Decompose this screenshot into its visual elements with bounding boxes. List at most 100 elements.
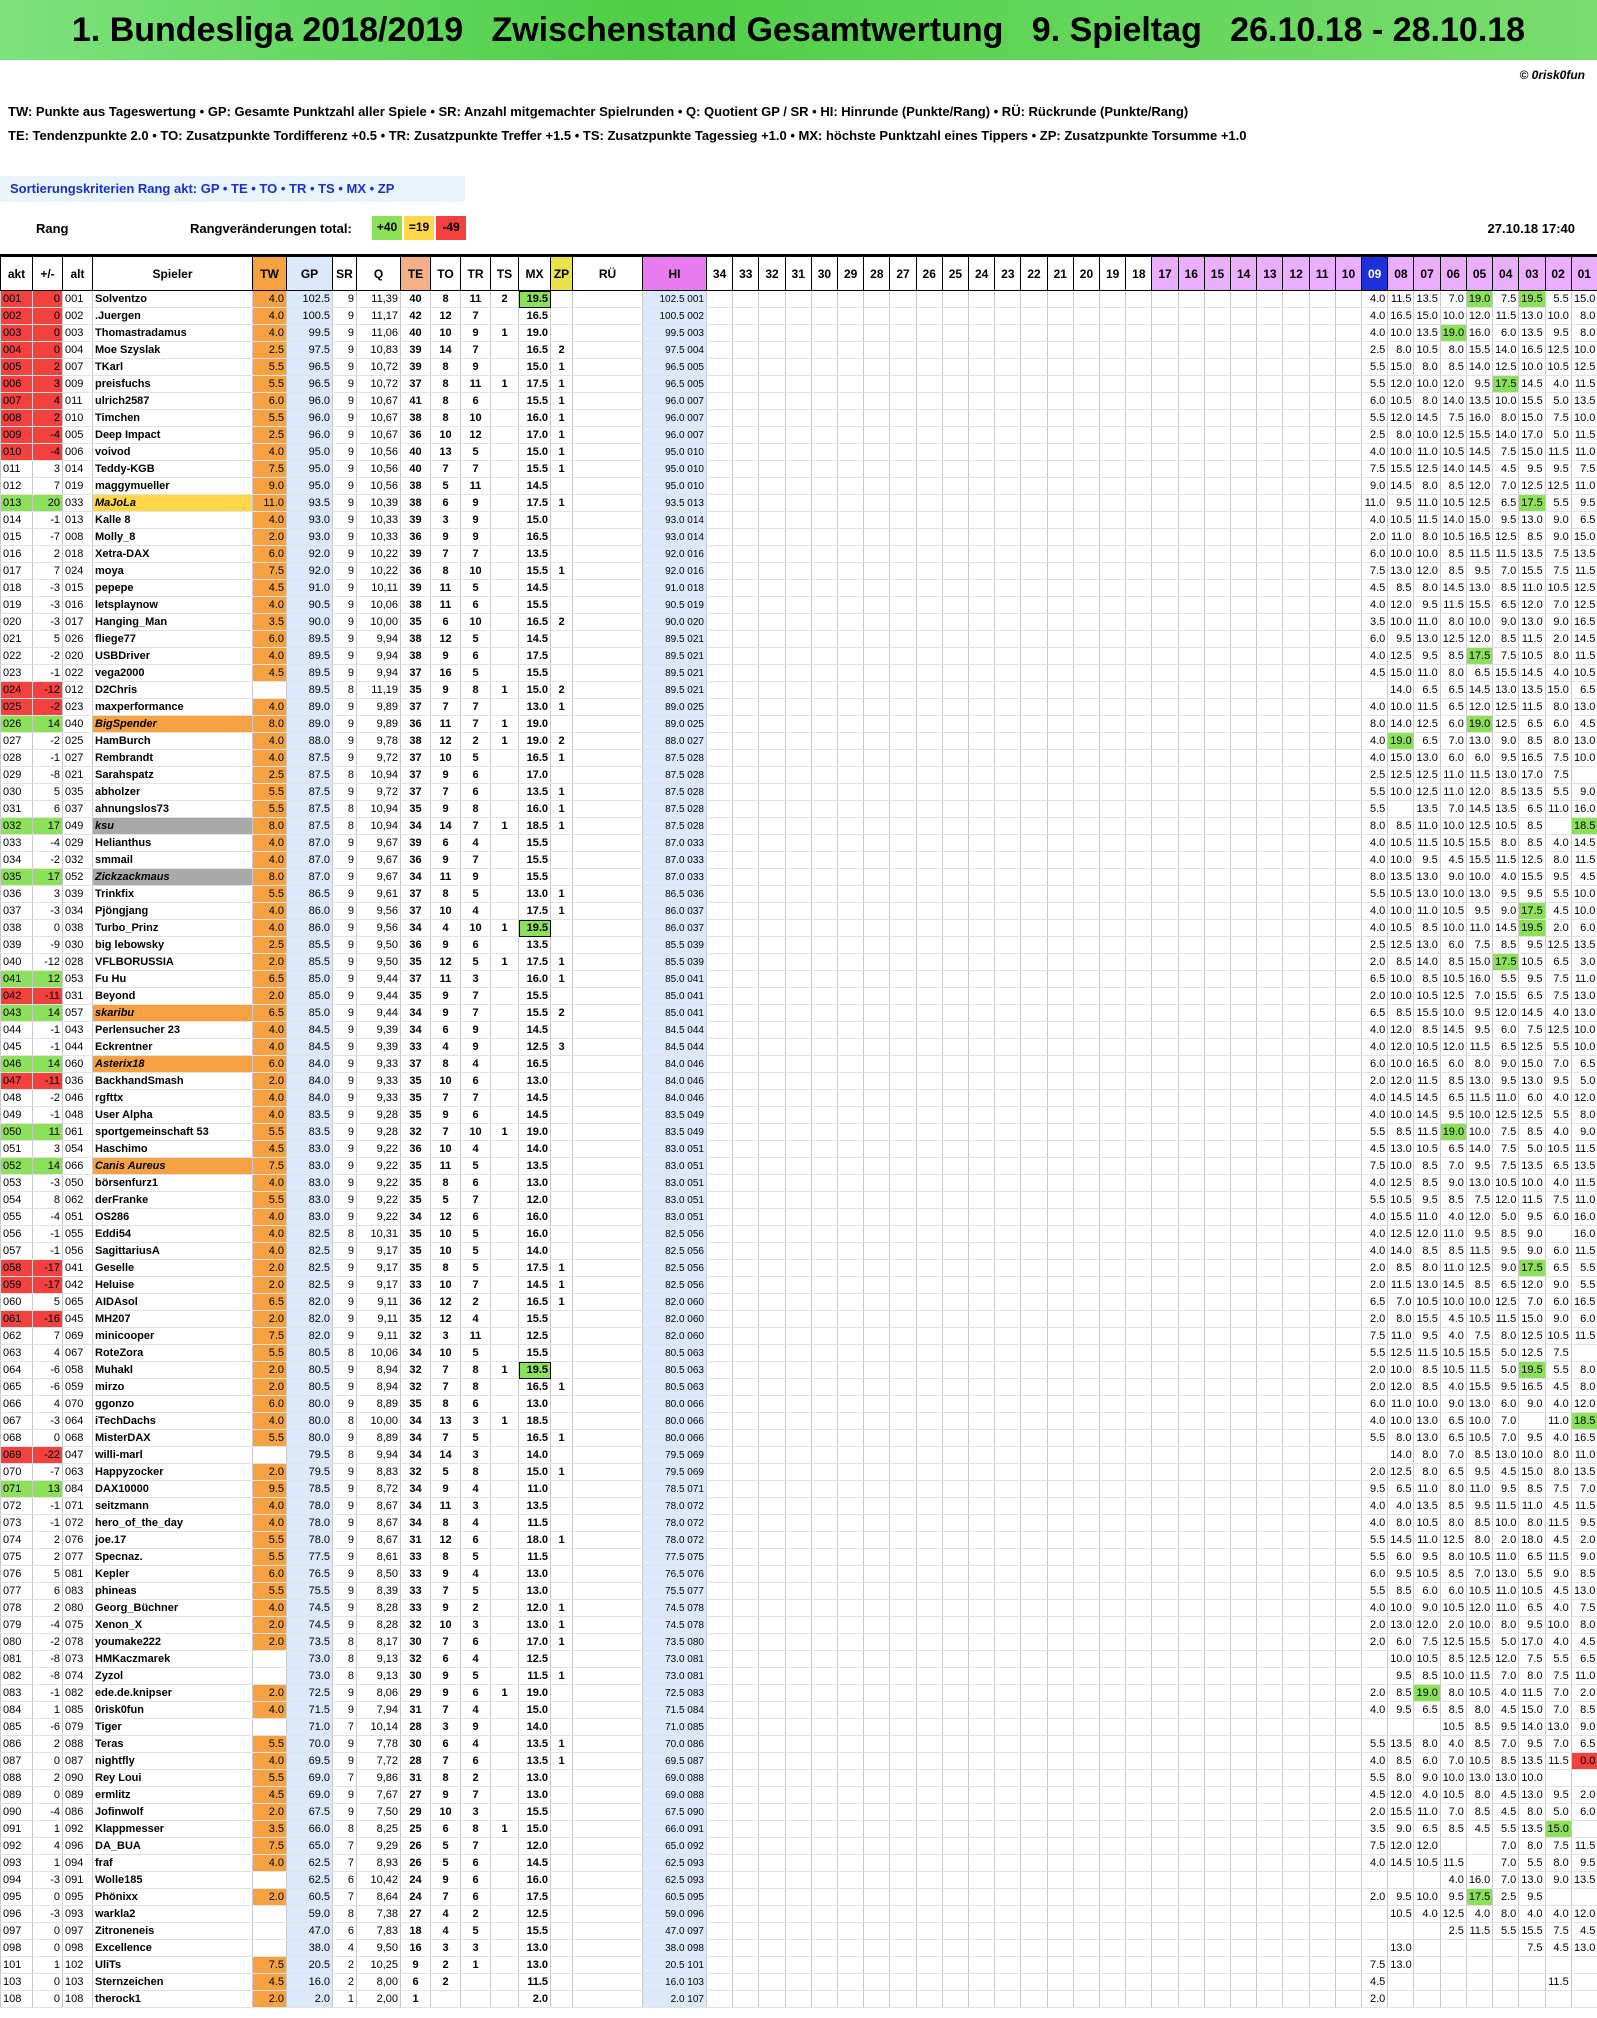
cell-spieltag [837,477,864,495]
cell-spieltag [1308,1565,1336,1583]
cell-hi: 93.0 014 [642,511,707,529]
cell-akt: 074 [0,1531,33,1549]
cell-alt: 021 [62,766,93,784]
cell-spieltag [1203,698,1231,716]
cell-spieltag: 11.5 [1465,766,1493,784]
cell-spieltag [1308,851,1336,869]
cell-spieltag [941,1140,969,1158]
cell-spieltag: 9.5 [1492,885,1519,903]
cell-sr: 9 [332,426,357,444]
cell-zp: 2 [550,732,573,750]
cell-spieltag [1334,1446,1362,1464]
cell-spieltag [1256,358,1283,376]
cell-spieltag [1177,562,1205,580]
cell-spieltag [705,902,733,920]
cell-spieltag: 8.5 [1465,1803,1493,1821]
cell-spieltag [1177,1021,1205,1039]
cell-te: 34 [400,1344,431,1362]
cell-ru [572,1616,643,1634]
cell-hi: 89.5 021 [642,630,707,648]
cell-spieltag: 13.5 [1492,800,1519,818]
cell-spieltag: 6.5 [1570,511,1597,529]
cell-to: 4 [430,1038,461,1056]
cell-spieltag [1046,1905,1074,1923]
cell-spieltag: 9.0 [1492,613,1519,631]
cell-pm: 0 [32,1922,63,1940]
cell-q: 10,56 [356,443,401,461]
cell-q: 7,83 [356,1922,401,1940]
cell-spieltag [994,1905,1021,1923]
cell-tr: 8 [460,681,491,699]
cell-spieltag [1177,1803,1205,1821]
cell-spieltag [810,1191,838,1209]
cell-spieltag [837,715,864,733]
cell-spieltag: 7.5 [1570,460,1597,478]
cell-spieltag [1256,1191,1283,1209]
cell-spieltag [994,1310,1021,1328]
cell-spieltag [1151,1157,1179,1175]
cell-pm: -3 [32,1174,63,1192]
cell-spieltag [1282,1786,1310,1804]
cell-alt: 039 [62,885,93,903]
cell-spieltag: 9.5 [1387,1888,1414,1906]
cell-tw: 2.0 [252,1259,287,1277]
cell-spieltag [1282,1021,1310,1039]
cell-spieltag [810,1157,838,1175]
cell-tr: 6 [460,1871,491,1889]
cell-spieltag [837,1531,864,1549]
cell-tw: 4.0 [252,749,287,767]
cell-hi: 62.5 093 [642,1871,707,1889]
cell-spieltag: 7.0 [1439,290,1467,308]
cell-mx: 15.5 [518,562,551,580]
cell-spieltag: 14.5 [1570,834,1597,852]
cell-spieltag: 6.5 [1413,1701,1441,1719]
cell-spieltag: 9.0 [1544,511,1572,529]
cell-spieltag [1072,1565,1100,1583]
cell-spieltag [863,800,890,818]
cell-tr: 5 [460,1429,491,1447]
cell-alt: 096 [62,1837,93,1855]
cell-spieltag: 19.0 [1465,290,1493,308]
cell-spieltag [1334,749,1362,767]
cell-spieltag [1177,698,1205,716]
cell-spieltag: 10.0 [1413,545,1441,563]
cell-ts [490,460,519,478]
table-row: 013 20 033 MaJoLa 11.0 93.5 9 10,39 38 6 9 17.5 1 93.… [0,494,1597,512]
cell-spieltag [994,392,1021,410]
cell-tr: 7 [460,1004,491,1022]
cell-akt: 066 [0,1395,33,1413]
cell-spieltag [705,1038,733,1056]
cell-gp: 89.0 [286,715,333,733]
cell-sr: 8 [332,1225,357,1243]
cell-spieltag: 10.5 [1544,579,1572,597]
cell-spieltag [758,1242,786,1260]
cell-spieltag [837,579,864,597]
cell-spieltag [1334,545,1362,563]
cell-spieltag [1308,1157,1336,1175]
cell-spieltag: 11.5 [1544,1514,1572,1532]
table-row: 049 -1 048 User Alpha 4.0 83.5 9 9,28 35 9 6 14.5 83… [0,1106,1597,1124]
cell-spieltag [1256,1684,1283,1702]
cell-gp: 102.5 [286,290,333,308]
cell-name: User Alpha [92,1106,253,1124]
cell-spieltag [1151,290,1179,308]
cell-spieltag [1125,1548,1152,1566]
cell-spieltag [758,494,786,512]
cell-ru [572,1786,643,1804]
cell-spieltag [732,1752,759,1770]
cell-spieltag: 10.5 [1439,1718,1467,1736]
cell-spieltag [1099,1072,1126,1090]
cell-hi: 62.5 093 [642,1854,707,1872]
cell-spieltag [1203,341,1231,359]
cell-spieltag [732,1191,759,1209]
cell-spieltag [1256,1871,1283,1889]
cell-spieltag: 5.0 [1570,1072,1597,1090]
cell-spieltag [1308,1837,1336,1855]
cell-spieltag: 7.0 [1570,1480,1597,1498]
cell-spieltag [758,936,786,954]
table-row: 031 6 037 ahnungslos73 5.5 87.5 8 10,94 35 9 8 16.0… [0,800,1597,818]
cell-spieltag: 4.0 [1544,375,1572,393]
cell-spieltag [1334,1429,1362,1447]
cell-spieltag [810,1514,838,1532]
cell-spieltag [732,1582,759,1600]
